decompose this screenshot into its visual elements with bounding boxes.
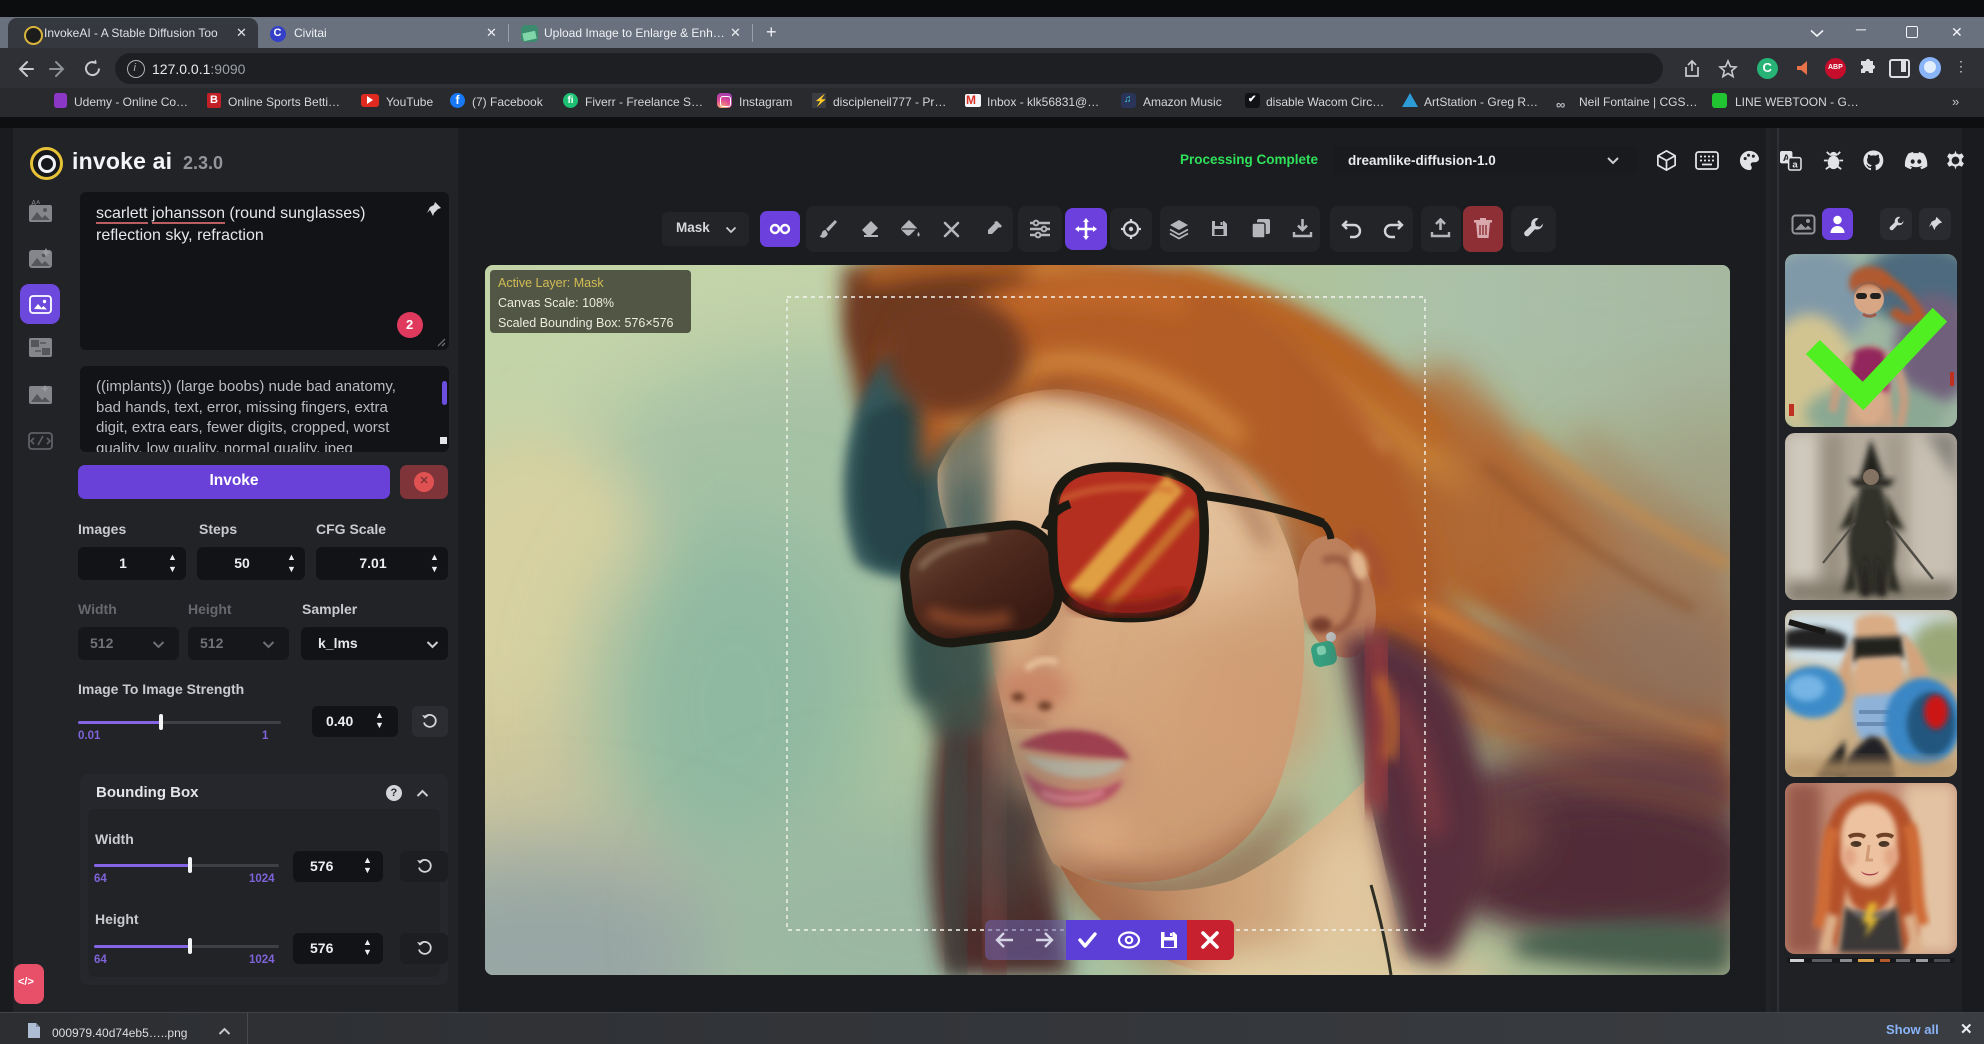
svg-text:Aᴬ: Aᴬ [31,199,40,208]
svg-text:a: a [1792,160,1798,171]
